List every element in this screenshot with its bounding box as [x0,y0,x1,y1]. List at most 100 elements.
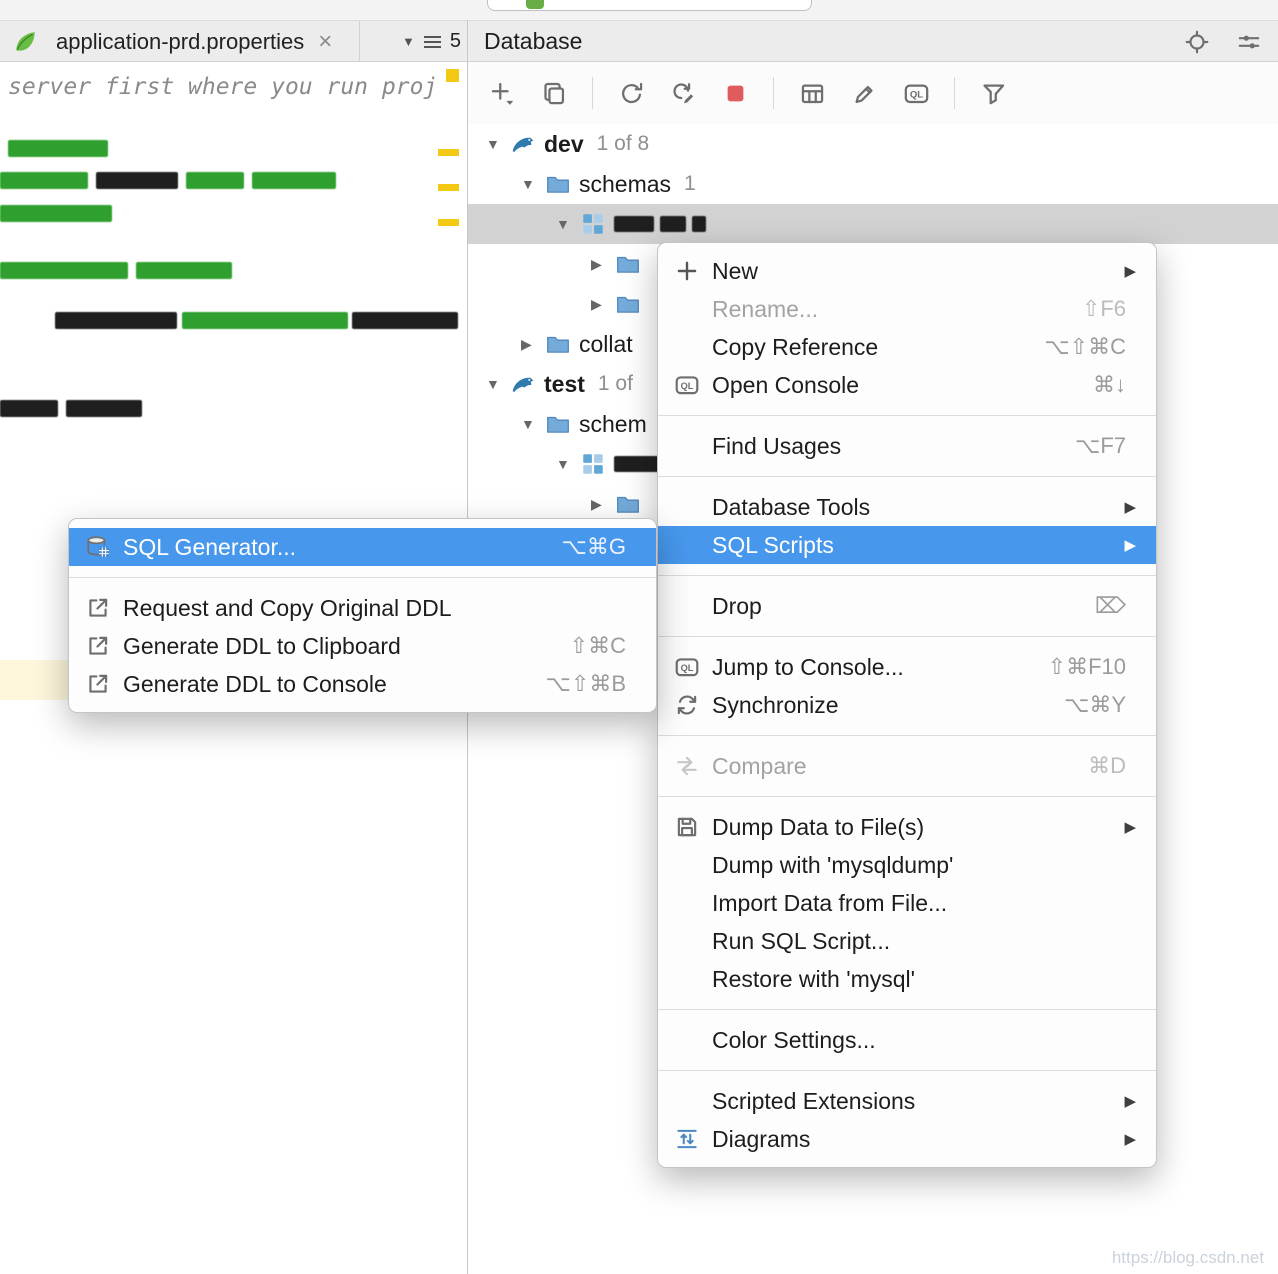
menu-item-jump-to-console[interactable]: QLJump to Console...⇧⌘F10 [658,648,1156,686]
menu-item-diagrams[interactable]: Diagrams▶ [658,1120,1156,1158]
menu-item-label: Copy Reference [712,334,1024,361]
chevron-down-icon[interactable]: ▼ [521,176,545,192]
mysql-icon [510,131,536,157]
scrollbar-warning-marker[interactable] [438,149,459,156]
menu-item-label: Jump to Console... [712,654,1028,681]
menu-item-color-settings[interactable]: Color Settings... [658,1021,1156,1059]
plus-icon [674,258,704,285]
menu-item-shortcut: ⌥⇧⌘B [546,671,626,697]
menu-separator [69,577,656,578]
menu-item-dump-data-to-file-s[interactable]: Dump Data to File(s)▶ [658,808,1156,846]
menu-item-compare[interactable]: Compare⌘D [658,747,1156,785]
console-icon[interactable]: QL [898,75,934,111]
menu-item-find-usages[interactable]: Find Usages⌥F7 [658,427,1156,465]
redacted-text [614,216,654,232]
menu-item-generate-ddl-to-console[interactable]: Generate DDL to Console⌥⇧⌘B [69,665,656,703]
folder-icon [615,491,641,517]
menu-item-restore-with-mysql[interactable]: Restore with 'mysql' [658,960,1156,998]
submenu-arrow-icon: ▶ [1120,1092,1136,1110]
icon-placeholder [674,334,704,361]
svg-text:QL: QL [681,663,694,673]
menu-item-run-sql-script[interactable]: Run SQL Script... [658,922,1156,960]
chevron-down-icon[interactable]: ▼ [556,216,580,232]
duplicate-icon[interactable] [536,75,572,111]
stop-icon[interactable] [717,75,753,111]
chevron-down-icon[interactable]: ▼ [486,136,510,152]
diagram-icon [674,1126,704,1153]
menu-item-import-data-from-file[interactable]: Import Data from File... [658,884,1156,922]
tree-row-schemas[interactable]: ▼schemas1 [468,164,1278,204]
chevron-right-icon[interactable]: ▶ [591,296,615,313]
chevron-right-icon[interactable]: ▶ [591,256,615,273]
sql-scripts-submenu: SQL Generator...⌥⌘G Request and Copy Orig… [68,518,657,713]
menu-item-label: Import Data from File... [712,890,1136,917]
tree-item-label: schem [579,411,647,438]
ddl-icon [85,595,115,622]
refresh-icon[interactable] [613,75,649,111]
redacted-text [96,172,178,189]
icon-placeholder [674,593,704,620]
tree-item-label: schemas [579,171,671,198]
submenu-arrow-icon: ▶ [1120,498,1136,516]
menu-item-label: SQL Generator... [123,534,542,561]
save-icon [674,814,704,841]
redacted-text [66,400,142,417]
menu-item-label: Run SQL Script... [712,928,1136,955]
chevron-down-icon[interactable]: ▼ [556,456,580,472]
tree-row[interactable]: ▼ [468,204,1278,244]
menu-item-sql-generator[interactable]: SQL Generator...⌥⌘G [69,528,656,566]
chevron-down-icon[interactable]: ▼ [402,34,415,49]
scrollbar-warning-marker[interactable] [446,69,459,82]
menu-item-sql-scripts[interactable]: SQL Scripts▶ [658,526,1156,564]
redacted-text [0,262,128,279]
menu-item-new[interactable]: New▶ [658,252,1156,290]
locate-icon[interactable] [1182,27,1212,57]
spring-leaf-icon [12,29,38,55]
close-icon[interactable]: × [318,28,332,56]
menu-item-copy-reference[interactable]: Copy Reference ⌥⇧⌘C [658,328,1156,366]
menu-item-shortcut: ⌥⇧⌘C [1044,334,1126,360]
editor-comment-line: server first where you run proj [8,74,437,100]
menu-item-database-tools[interactable]: Database Tools▶ [658,488,1156,526]
menu-item-drop[interactable]: Drop⌦ [658,587,1156,625]
menu-item-synchronize[interactable]: Synchronize⌥⌘Y [658,686,1156,724]
chevron-right-icon[interactable]: ▶ [521,336,545,353]
hidden-tabs-icon[interactable] [424,36,441,48]
tree-row-dev[interactable]: ▼dev1 of 8 [468,124,1278,164]
icon-placeholder [674,966,704,993]
menu-item-request-and-copy-original-ddl[interactable]: Request and Copy Original DDL [69,589,656,627]
scrollbar-warning-marker[interactable] [438,184,459,191]
app-window: application-prd.properties × ▼ 5 server … [0,0,1278,1274]
menu-item-label: Drop [712,593,1075,620]
menu-item-shortcut: ⌘D [1088,753,1126,779]
redacted-text [55,312,177,329]
table-icon[interactable] [794,75,830,111]
menu-item-label: Diagrams [712,1126,1104,1153]
filter-icon[interactable] [975,75,1011,111]
database-toolbar: QL [468,62,1278,124]
sync-edit-icon[interactable] [665,75,701,111]
menu-item-rename[interactable]: Rename...⇧F6 [658,290,1156,328]
menu-item-dump-with-mysqldump[interactable]: Dump with 'mysqldump' [658,846,1156,884]
view-options-icon[interactable] [1234,27,1264,57]
menu-item-scripted-extensions[interactable]: Scripted Extensions▶ [658,1082,1156,1120]
tree-item-label: test [544,371,585,398]
redacted-text [136,262,232,279]
menu-item-open-console[interactable]: QLOpen Console⌘↓ [658,366,1156,404]
add-icon[interactable] [484,75,520,111]
svg-text:QL: QL [909,89,922,100]
database-panel-header: Database [468,21,1278,62]
mysql-icon [510,371,536,397]
chevron-right-icon[interactable]: ▶ [591,496,615,513]
edit-icon[interactable] [846,75,882,111]
scrollbar-warning-marker[interactable] [438,219,459,226]
icon-placeholder [674,494,704,521]
redacted-text [8,140,108,157]
menu-item-generate-ddl-to-clipboard[interactable]: Generate DDL to Clipboard⇧⌘C [69,627,656,665]
menu-separator [658,575,1156,576]
redacted-text [0,400,58,417]
chevron-down-icon[interactable]: ▼ [521,416,545,432]
icon-placeholder [674,928,704,955]
chevron-down-icon[interactable]: ▼ [486,376,510,392]
editor-tab[interactable]: application-prd.properties × [0,21,360,62]
